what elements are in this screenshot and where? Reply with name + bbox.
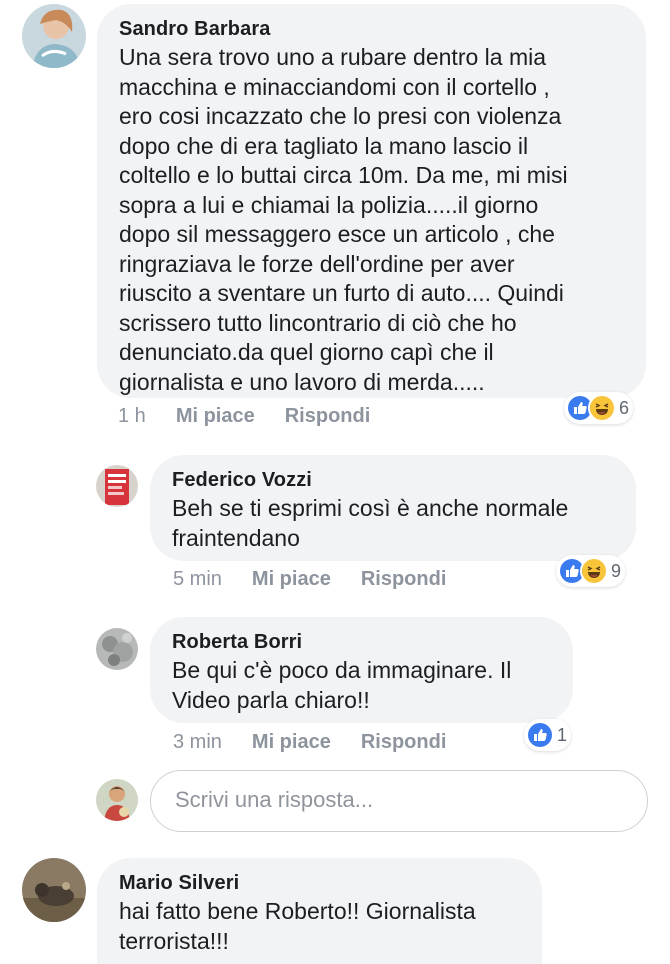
avatar-sandro-barbara[interactable]	[22, 4, 86, 68]
avatar-current-user	[96, 779, 138, 821]
reaction-count: 6	[619, 397, 630, 418]
like-icon	[526, 721, 554, 749]
comment-time[interactable]: 5 min	[173, 568, 222, 591]
comment-text: Una sera trovo uno a rubare dentro la mi…	[119, 44, 568, 395]
comment-author[interactable]: Mario Silveri	[119, 872, 520, 895]
reply-button[interactable]: Rispondi	[361, 731, 447, 754]
comment-author[interactable]: Federico Vozzi	[172, 469, 614, 492]
like-button[interactable]: Mi piace	[176, 405, 255, 428]
like-button[interactable]: Mi piace	[252, 731, 331, 754]
comment-actions: 1 h Mi piace Rispondi	[118, 405, 400, 428]
comment-bubble: Roberta Borri Be qui c'è poco da immagin…	[150, 617, 573, 723]
comment-text: Be qui c'è poco da immaginare. Il Video …	[172, 657, 512, 713]
like-button[interactable]: Mi piace	[252, 568, 331, 591]
reaction-count: 9	[611, 560, 622, 581]
reply-input[interactable]	[173, 786, 627, 814]
avatar-federico-vozzi[interactable]	[96, 465, 138, 507]
comment-actions: 5 min Mi piace Rispondi	[173, 568, 476, 591]
reply-input-box[interactable]	[150, 770, 648, 832]
avatar-roberta-borri[interactable]	[96, 628, 138, 670]
reaction-summary[interactable]: 1	[524, 719, 572, 751]
comment-text: Beh se ti esprimi così è anche normale f…	[172, 495, 569, 551]
comment-actions: 3 min Mi piace Rispondi	[173, 731, 476, 754]
reply-button[interactable]: Rispondi	[285, 405, 371, 428]
avatar-mario-silveri[interactable]	[22, 858, 86, 922]
haha-icon	[588, 394, 616, 422]
haha-icon	[580, 557, 608, 585]
comment-bubble: Sandro Barbara Una sera trovo uno a ruba…	[97, 4, 646, 398]
reaction-summary[interactable]: 9	[556, 555, 626, 587]
comment-time[interactable]: 1 h	[118, 405, 146, 428]
comment-author[interactable]: Roberta Borri	[172, 631, 551, 654]
comment-time[interactable]: 3 min	[173, 731, 222, 754]
comment-text: hai fatto bene Roberto!! Giornalista ter…	[119, 898, 476, 954]
reaction-summary[interactable]: 6	[564, 392, 634, 424]
reply-button[interactable]: Rispondi	[361, 568, 447, 591]
comment-author[interactable]: Sandro Barbara	[119, 18, 624, 41]
reaction-count: 1	[557, 724, 568, 745]
comment-bubble: Federico Vozzi Beh se ti esprimi così è …	[150, 455, 636, 561]
comment-bubble: Mario Silveri hai fatto bene Roberto!! G…	[97, 858, 542, 964]
